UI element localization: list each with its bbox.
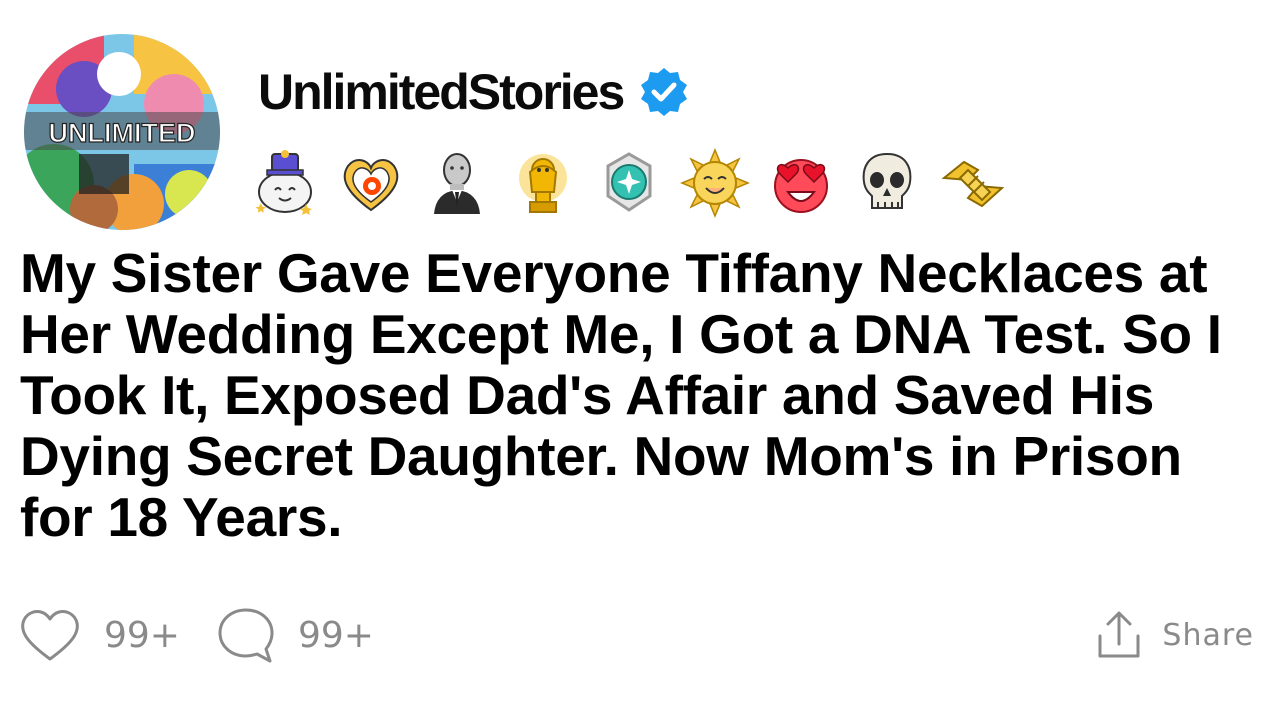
heartwarming-award-icon [343,159,399,212]
share-icon [1098,611,1140,658]
wholesome-award-icon [255,150,312,215]
stonks-meme-award-icon [434,153,480,214]
avatar-image: UNLIMITED [24,34,220,230]
verified-check-icon [641,68,688,116]
post-actions: 99+ 99+ Share [18,604,1258,666]
handshake-award-icon [941,160,1005,208]
heart-eyes-award-icon [774,159,828,213]
channel-avatar[interactable]: UNLIMITED [24,34,220,230]
awards-row [250,146,1008,220]
sun-smile-award-icon [680,148,750,218]
channel-header: UnlimitedStories [258,60,691,124]
likes-count: 99+ [104,614,180,656]
share-label: Share [1162,617,1254,653]
skull-award-icon [862,152,912,209]
channel-name[interactable]: UnlimitedStories [258,63,625,121]
comment-icon [218,608,274,663]
comment-button[interactable]: 99+ [216,604,374,666]
post-title: My Sister Gave Everyone Tiffany Necklace… [20,242,1222,548]
like-button[interactable]: 99+ [18,604,180,666]
gold-award-icon [519,154,567,213]
platinum-award-icon [606,152,652,212]
comments-count: 99+ [298,614,374,656]
avatar-text: UNLIMITED [49,118,196,148]
heart-icon [21,610,79,661]
share-button[interactable]: Share [1096,604,1254,666]
